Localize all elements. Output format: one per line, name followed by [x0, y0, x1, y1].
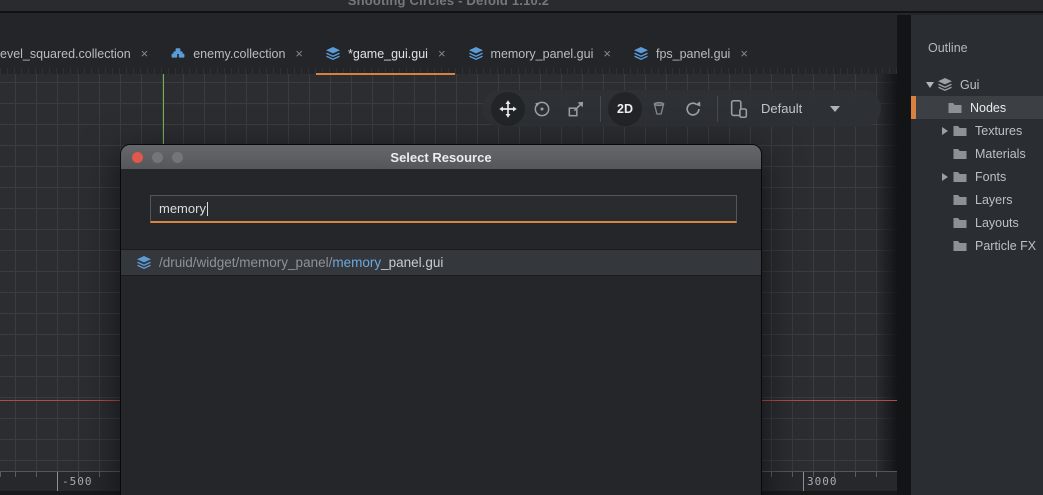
collection-icon: [170, 46, 186, 61]
gui-icon: [468, 46, 484, 61]
tab-label: memory_panel.gui: [491, 47, 594, 61]
chevron-down-icon[interactable]: [830, 106, 840, 112]
toolbar-separator: [600, 96, 601, 122]
toolbar-separator: [717, 96, 718, 122]
tab-label: fps_panel.gui: [656, 47, 730, 61]
rotate-tool-button[interactable]: [525, 92, 559, 126]
tab-game-gui[interactable]: *game_gui.gui ×: [314, 34, 457, 74]
folder-icon: [952, 123, 968, 138]
ruler-tick-line: [57, 472, 58, 492]
text-cursor: [207, 202, 208, 216]
scene-toolbar: 2D Default: [482, 90, 881, 127]
close-icon[interactable]: ×: [295, 47, 303, 60]
dialog-title-bar[interactable]: Select Resource: [121, 145, 761, 169]
result-path-prefix: /druid/widget/memory_panel/: [159, 255, 332, 270]
move-icon: [498, 99, 518, 119]
window-controls: [132, 152, 183, 163]
frustum-icon: [649, 99, 669, 119]
close-icon[interactable]: ×: [603, 47, 611, 60]
layout-select-value[interactable]: Default: [761, 101, 802, 116]
folder-icon: [952, 238, 968, 253]
gui-icon: [325, 46, 341, 61]
outline-item-label: Gui: [960, 78, 979, 92]
reset-camera-button[interactable]: [676, 92, 710, 126]
close-icon[interactable]: ×: [740, 47, 748, 60]
expander-expanded-icon[interactable]: [923, 82, 937, 88]
ruler-label-left: -500: [62, 475, 93, 488]
folder-icon: [947, 100, 963, 115]
panel-divider[interactable]: [897, 15, 911, 495]
tab-memory-panel-gui[interactable]: memory_panel.gui ×: [457, 34, 622, 74]
outline-item-layouts[interactable]: Layouts: [911, 211, 1043, 234]
expander-collapsed-icon[interactable]: [938, 127, 952, 135]
canvas-edge-shade: [875, 74, 897, 495]
select-resource-dialog: Select Resource memory /druid/widget/mem…: [121, 145, 761, 495]
outline-item-label: Textures: [975, 124, 1022, 138]
close-icon[interactable]: ×: [141, 47, 149, 60]
result-path: /druid/widget/memory_panel/memory_panel.…: [159, 255, 443, 270]
outline-item-nodes[interactable]: Nodes: [911, 96, 1043, 119]
rotate-icon: [532, 99, 552, 119]
search-result-row[interactable]: /druid/widget/memory_panel/memory_panel.…: [121, 249, 761, 276]
scale-tool-button[interactable]: [559, 92, 593, 126]
layout-device-button[interactable]: [725, 92, 753, 126]
outline-tree: Gui Nodes Textures: [911, 73, 1043, 257]
outline-item-label: Particle FX: [975, 239, 1036, 253]
outline-item-label: Nodes: [970, 101, 1006, 115]
ruler-tick-line: [803, 472, 804, 492]
outline-panel: Outline Gui Nodes: [911, 15, 1043, 495]
gui-icon: [937, 77, 953, 92]
dialog-title: Select Resource: [121, 150, 761, 165]
outline-item-textures[interactable]: Textures: [911, 119, 1043, 142]
gui-icon: [633, 46, 649, 61]
outline-item-label: Materials: [975, 147, 1026, 161]
refresh-icon: [683, 99, 703, 119]
result-path-suffix: _panel.gui: [381, 255, 443, 270]
move-tool-button[interactable]: [491, 92, 525, 126]
minimize-window-button[interactable]: [152, 152, 163, 163]
close-icon[interactable]: ×: [438, 47, 446, 60]
2d-mode-label: 2D: [617, 102, 633, 116]
window-title: Shooting Circles - Defold 1.10.2: [0, 0, 897, 8]
outline-item-label: Layouts: [975, 216, 1019, 230]
outline-item-fonts[interactable]: Fonts: [911, 165, 1043, 188]
tab-label: evel_squared.collection: [0, 47, 131, 61]
result-path-match: memory: [332, 255, 381, 270]
gui-icon: [136, 255, 152, 270]
folder-icon: [952, 192, 968, 207]
device-icon: [728, 98, 750, 120]
scale-icon: [566, 99, 586, 119]
search-input-value: memory: [159, 201, 206, 216]
folder-icon: [952, 146, 968, 161]
folder-icon: [952, 215, 968, 230]
tab-label: enemy.collection: [193, 47, 285, 61]
outline-item-layers[interactable]: Layers: [911, 188, 1043, 211]
outline-item-materials[interactable]: Materials: [911, 142, 1043, 165]
window-title-bar: Shooting Circles - Defold 1.10.2: [0, 0, 1043, 13]
outline-item-particle-fx[interactable]: Particle FX: [911, 234, 1043, 257]
resource-search-input[interactable]: memory: [150, 195, 737, 223]
folder-icon: [952, 169, 968, 184]
ruler-label-right: 3000: [807, 475, 838, 488]
tab-fps-panel-gui[interactable]: fps_panel.gui ×: [622, 34, 759, 74]
close-window-button[interactable]: [132, 152, 143, 163]
tab-bar: evel_squared.collection × enemy.collecti…: [0, 15, 897, 74]
defold-editor-window: Shooting Circles - Defold 1.10.2 evel_sq…: [0, 0, 1043, 495]
frustum-culling-button[interactable]: [642, 92, 676, 126]
tab-enemy-collection[interactable]: enemy.collection ×: [159, 34, 314, 74]
2d-mode-button[interactable]: 2D: [608, 92, 642, 126]
expander-collapsed-icon[interactable]: [938, 173, 952, 181]
tab-label: *game_gui.gui: [348, 47, 428, 61]
outline-header: Outline: [928, 41, 1043, 55]
outline-item-gui[interactable]: Gui: [911, 73, 1043, 96]
outline-item-label: Layers: [975, 193, 1013, 207]
outline-item-label: Fonts: [975, 170, 1006, 184]
zoom-window-button[interactable]: [172, 152, 183, 163]
tab-level-squared-collection[interactable]: evel_squared.collection ×: [0, 34, 159, 74]
